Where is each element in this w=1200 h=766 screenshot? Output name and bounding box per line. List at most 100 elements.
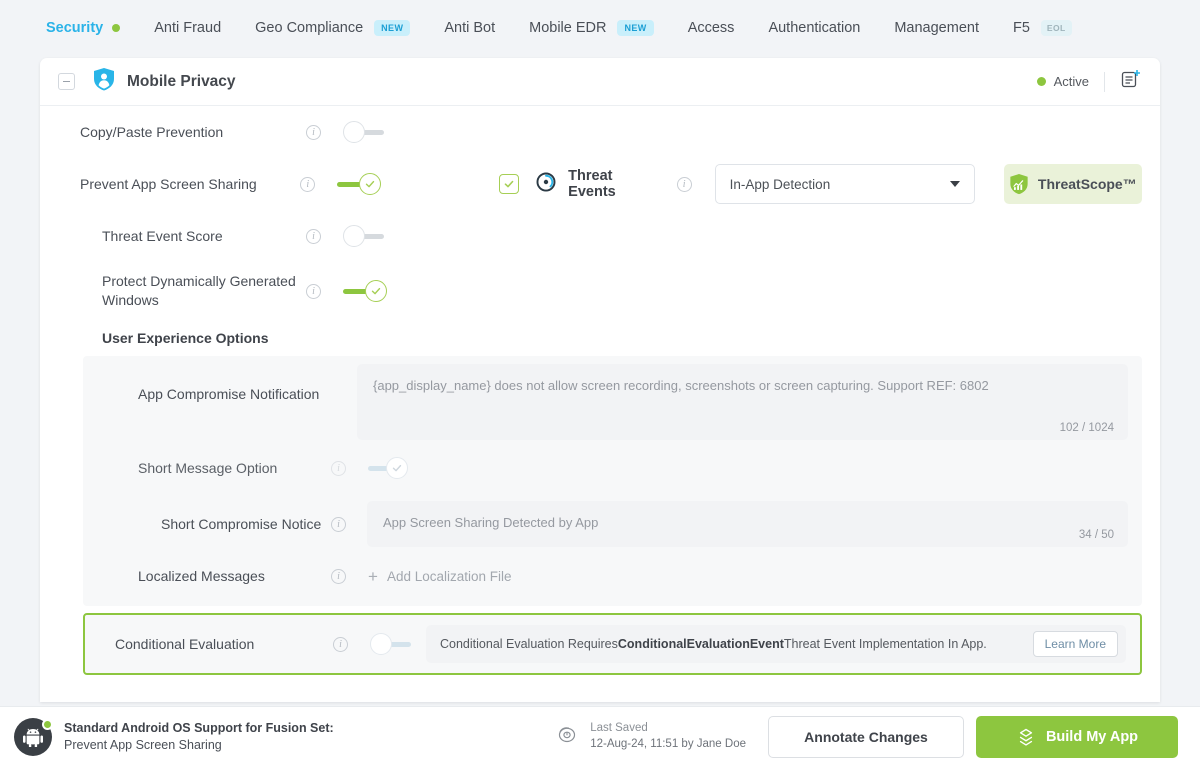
message-pre: Conditional Evaluation Requires (440, 637, 618, 651)
nav-label: Authentication (768, 19, 861, 36)
annotate-changes-button[interactable]: Annotate Changes (768, 715, 964, 758)
row-app-compromise-notification: App Compromise Notification {app_display… (83, 364, 1142, 440)
nav-tab-mobile-edr[interactable]: Mobile EDR NEW (529, 19, 654, 36)
add-localization-file-button[interactable]: + Add Localization File (368, 568, 512, 585)
row-threat-event-score: Threat Event Score i (58, 210, 1142, 262)
build-label: Build My App (1045, 728, 1139, 745)
build-my-app-button[interactable]: Build My App (976, 715, 1178, 758)
field-value: App Screen Sharing Detected by App (383, 515, 599, 530)
info-icon[interactable]: i (333, 636, 348, 652)
row-label: App Compromise Notification (138, 386, 320, 402)
info-icon[interactable]: i (331, 568, 346, 584)
mobile-privacy-card: Mobile Privacy Active Copy/Paste Prevent… (40, 58, 1160, 702)
last-saved-block: Last Saved 12-Aug-24, 11:51 by Jane Doe (556, 721, 746, 752)
row-label: Conditional Evaluation (115, 636, 255, 652)
card-header-actions: Active (1036, 68, 1142, 95)
row-protect-dynamic-windows: Protect Dynamically Generated Windows i (58, 262, 1142, 320)
field-value: {app_display_name} does not allow screen… (373, 378, 989, 393)
toggle-conditional-evaluation[interactable] (370, 632, 414, 656)
info-icon[interactable]: i (306, 283, 321, 299)
add-localization-label: Add Localization File (386, 568, 512, 584)
new-badge: NEW (617, 19, 654, 36)
info-icon[interactable]: i (331, 460, 346, 476)
nav-tab-security[interactable]: Security (46, 19, 121, 36)
info-icon[interactable]: i (676, 176, 692, 192)
row-copy-paste-prevention: Copy/Paste Prevention i (58, 106, 1142, 158)
threatscope-shield-icon (1010, 174, 1028, 195)
main-navigation: Security Anti Fraud Geo Compliance NEW A… (0, 0, 1200, 55)
nav-label: Anti Bot (444, 19, 496, 36)
threat-events-dropdown[interactable]: In-App Detection (714, 164, 975, 204)
conditional-evaluation-section: Conditional Evaluation i Conditional Eva… (83, 613, 1142, 675)
threat-events-label: Threat Events (568, 168, 616, 200)
toggle-copy-paste-prevention[interactable] (343, 120, 387, 144)
row-label: Protect Dynamically Generated Windows (102, 273, 296, 308)
threatscope-button[interactable]: ThreatScope™ (1003, 164, 1143, 204)
row-label: Localized Messages (138, 568, 265, 584)
history-clock-icon (556, 723, 578, 750)
user-experience-options-title: User Experience Options (102, 330, 269, 346)
row-short-message-option: Short Message Option i (83, 440, 1142, 496)
nav-tab-geo-compliance[interactable]: Geo Compliance NEW (255, 19, 411, 36)
row-label: Short Compromise Notice (161, 516, 322, 532)
row-label: Copy/Paste Prevention (80, 124, 224, 140)
info-icon[interactable]: i (300, 176, 316, 192)
toggle-prevent-screen-sharing[interactable] (337, 172, 382, 196)
dropdown-value: In-App Detection (729, 176, 831, 192)
footer-subtitle: Prevent App Screen Sharing (64, 737, 222, 752)
nav-tab-management[interactable]: Management (894, 20, 979, 36)
row-label: Short Message Option (138, 460, 278, 476)
nav-tab-anti-fraud[interactable]: Anti Fraud (154, 20, 221, 36)
toggle-short-message-option[interactable] (368, 456, 408, 480)
threat-events-checkbox[interactable] (499, 174, 520, 194)
toggle-protect-dynamic-windows[interactable] (343, 279, 387, 303)
active-status-dot-icon (1036, 77, 1046, 86)
threatscope-label: ThreatScope™ (1037, 176, 1137, 192)
nav-tab-access[interactable]: Access (688, 20, 735, 36)
nav-label: Security (46, 19, 104, 36)
info-icon[interactable]: i (306, 228, 321, 244)
footer-bar: Standard Android OS Support for Fusion S… (0, 706, 1200, 766)
footer-title: Standard Android OS Support for Fusion S… (64, 720, 334, 735)
learn-more-button[interactable]: Learn More (1032, 631, 1118, 657)
nav-label: F5 (1012, 19, 1030, 36)
row-label: Prevent App Screen Sharing (80, 176, 257, 192)
add-note-icon[interactable] (1120, 68, 1142, 95)
row-localized-messages: Localized Messages i + Add Localization … (83, 552, 1142, 600)
card-header: Mobile Privacy Active (40, 58, 1160, 106)
toggle-threat-event-score[interactable] (343, 224, 387, 248)
character-counter: 102 / 1024 (1059, 422, 1114, 434)
short-compromise-notice-input[interactable]: App Screen Sharing Detected by App 34 / … (367, 501, 1128, 547)
header-divider (1104, 71, 1105, 92)
app-compromise-notification-input[interactable]: {app_display_name} does not allow screen… (357, 364, 1128, 440)
page-title: Mobile Privacy (127, 72, 236, 90)
row-short-compromise-notice: Short Compromise Notice i App Screen Sha… (83, 496, 1142, 552)
nav-tab-f5[interactable]: F5 EOL (1012, 19, 1072, 36)
nav-label: Management (894, 19, 979, 36)
footer-actions: Last Saved 12-Aug-24, 11:51 by Jane Doe … (556, 715, 1178, 758)
plus-icon: + (368, 566, 378, 586)
eol-badge: EOL (1040, 19, 1072, 36)
conditional-evaluation-message: Conditional Evaluation Requires Conditio… (426, 625, 1126, 663)
nav-tab-anti-bot[interactable]: Anti Bot (444, 20, 495, 36)
nav-label: Access (687, 19, 735, 36)
message-post: Threat Event Implementation In App. (783, 637, 987, 651)
collapse-toggle-icon[interactable] (58, 73, 75, 90)
security-status-dot-icon (112, 23, 121, 32)
info-icon[interactable]: i (306, 124, 321, 140)
nav-tab-authentication[interactable]: Authentication (768, 20, 860, 36)
message-event-name: ConditionalEvaluationEvent (617, 637, 784, 651)
nav-label: Anti Fraud (154, 19, 222, 36)
last-saved-label: Last Saved (590, 721, 648, 734)
info-icon[interactable]: i (331, 516, 346, 532)
android-os-icon (14, 717, 53, 756)
status-badge: Active (1053, 74, 1089, 89)
nav-label: Mobile EDR (529, 19, 607, 36)
row-prevent-screen-sharing: Prevent App Screen Sharing i Threat Even… (58, 158, 1143, 210)
chevron-down-icon (949, 181, 960, 187)
threat-events-icon (535, 171, 557, 198)
shield-person-icon (93, 67, 115, 96)
nav-label: Geo Compliance (255, 19, 364, 36)
character-counter: 34 / 50 (1078, 529, 1114, 541)
footer-fusion-set-info: Standard Android OS Support for Fusion S… (64, 720, 334, 754)
